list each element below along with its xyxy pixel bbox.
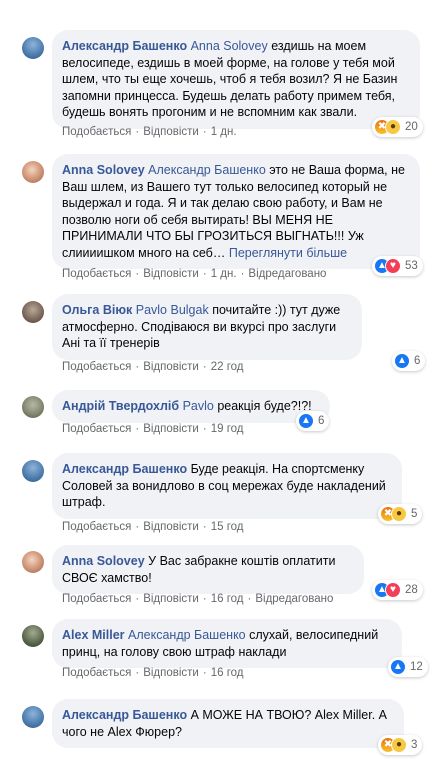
comment-bubble: Александр Башенко Anna Solovey ездишь на… <box>52 30 420 129</box>
comment-mention[interactable]: Pavlo Bulgak <box>136 303 209 317</box>
like-button[interactable]: Подобається <box>62 521 131 533</box>
comment-author[interactable]: Ольга Віюк <box>62 303 132 317</box>
comment-bubble: Alex Miller Александр Башенко слухай, ве… <box>52 619 402 668</box>
comment-author[interactable]: Александр Башенко <box>62 708 187 722</box>
comment-author[interactable]: Alex Miller <box>62 628 125 642</box>
love-icon: ♥ <box>385 582 401 598</box>
avatar[interactable] <box>22 396 44 418</box>
reaction-summary[interactable]: ▲ ♥ 28 <box>372 580 423 600</box>
comment-bubble: Александр Башенко А МОЖЕ НА ТВОЮ? Alex M… <box>52 699 404 748</box>
comment-actions: Подобається · Відповісти · 15 год <box>62 521 244 533</box>
comment-author[interactable]: Александр Башенко <box>62 462 187 476</box>
comment-bubble: Александр Башенко Буде реакція. На спорт… <box>52 453 402 519</box>
comment-actions: Подобається · Відповісти · 1 дн. <box>62 126 237 138</box>
reaction-summary[interactable]: ✖ ● 3 <box>378 735 423 755</box>
like-button[interactable]: Подобається <box>62 423 131 435</box>
comment-mention[interactable]: Anna Solovey <box>191 39 268 53</box>
reaction-summary[interactable]: ✖ ● 5 <box>378 504 423 524</box>
like-button[interactable]: Подобається <box>62 593 131 605</box>
comment-time[interactable]: 15 год <box>211 521 244 533</box>
edited-label[interactable]: Відредаговано <box>255 593 333 605</box>
avatar[interactable] <box>22 706 44 728</box>
comment-author[interactable]: Anna Solovey <box>62 554 145 568</box>
like-button[interactable]: Подобається <box>62 126 131 138</box>
comment-actions: Подобається · Відповісти · 16 год <box>62 667 244 679</box>
comment-author[interactable]: Anna Solovey <box>62 163 145 177</box>
comment-author[interactable]: Александр Башенко <box>62 39 187 53</box>
comment-actions: Подобається · Відповісти · 1 дн. · Відредагова… <box>62 268 327 280</box>
comment-bubble: Anna Solovey У Вас забракне коштів оплат… <box>52 545 364 594</box>
reaction-count: 28 <box>405 584 418 596</box>
avatar[interactable] <box>22 625 44 647</box>
avatar[interactable] <box>22 37 44 59</box>
avatar[interactable] <box>22 460 44 482</box>
comment-actions: Подобається · Відповісти · 16 год · Відредагов… <box>62 593 334 605</box>
like-button[interactable]: Подобається <box>62 361 131 373</box>
comment-bubble: Андрій Твердохліб Pavlo реакція буде?!?! <box>52 390 330 423</box>
comment-bubble: Ольга Віюк Pavlo Bulgak почитайте :)) ту… <box>52 294 362 360</box>
comment-actions: Подобається · Відповісти · 22 год <box>62 361 244 373</box>
reaction-summary[interactable]: ▲ ♥ 53 <box>372 256 423 276</box>
like-icon: ▲ <box>390 659 406 675</box>
reaction-summary[interactable]: ▲ 6 <box>392 351 426 371</box>
reaction-count: 6 <box>414 355 421 367</box>
comment-actions: Подобається · Відповісти · 19 год <box>62 423 244 435</box>
reply-button[interactable]: Відповісти <box>143 521 199 533</box>
comment-time[interactable]: 16 год <box>211 593 244 605</box>
comment-time[interactable]: 22 год <box>211 361 244 373</box>
reaction-count: 53 <box>405 260 418 272</box>
reply-button[interactable]: Відповісти <box>143 423 199 435</box>
haha-icon: ● <box>391 737 407 753</box>
comment-time[interactable]: 1 дн. <box>211 268 237 280</box>
like-button[interactable]: Подобається <box>62 667 131 679</box>
reply-button[interactable]: Відповісти <box>143 126 199 138</box>
reaction-count: 20 <box>405 121 418 133</box>
avatar[interactable] <box>22 301 44 323</box>
like-button[interactable]: Подобається <box>62 268 131 280</box>
comment-time[interactable]: 1 дн. <box>211 126 237 138</box>
avatar[interactable] <box>22 161 44 183</box>
comment-text: реакція буде?!?! <box>217 399 312 413</box>
reaction-count: 3 <box>411 739 418 751</box>
comment-mention[interactable]: Pavlo <box>183 399 214 413</box>
comment-mention[interactable]: Александр Башенко <box>148 163 266 177</box>
haha-icon: ● <box>391 506 407 522</box>
love-icon: ♥ <box>385 258 401 274</box>
edited-label[interactable]: Відредаговано <box>248 268 326 280</box>
comment-time[interactable]: 19 год <box>211 423 244 435</box>
reaction-summary[interactable]: ▲ 6 <box>296 411 330 431</box>
comment-mention[interactable]: Александр Башенко <box>128 628 246 642</box>
comment-author[interactable]: Андрій Твердохліб <box>62 399 179 413</box>
like-icon: ▲ <box>298 413 314 429</box>
reaction-count: 6 <box>318 415 325 427</box>
comment-bubble: Anna Solovey Александр Башенко это не Ва… <box>52 154 420 269</box>
reply-button[interactable]: Відповісти <box>143 593 199 605</box>
reaction-count: 12 <box>410 661 423 673</box>
like-icon: ▲ <box>394 353 410 369</box>
reaction-count: 5 <box>411 508 418 520</box>
reply-button[interactable]: Відповісти <box>143 667 199 679</box>
comment-time[interactable]: 16 год <box>211 667 244 679</box>
reaction-summary[interactable]: ▲ 12 <box>388 657 428 677</box>
reaction-summary[interactable]: ✖ ● 20 <box>372 117 423 137</box>
wow-icon: ● <box>385 119 401 135</box>
avatar[interactable] <box>22 551 44 573</box>
see-more-link[interactable]: Переглянути більше <box>229 246 347 260</box>
reply-button[interactable]: Відповісти <box>143 361 199 373</box>
reply-button[interactable]: Відповісти <box>143 268 199 280</box>
